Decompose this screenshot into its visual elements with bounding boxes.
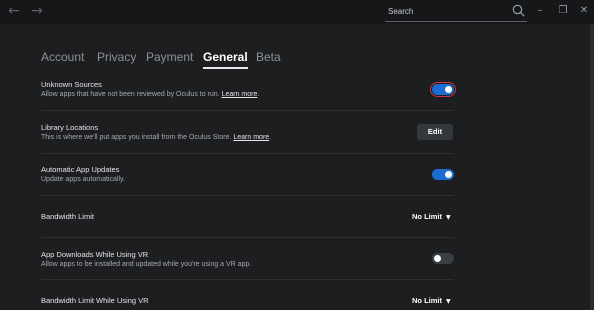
search-box (385, 2, 527, 22)
divider (41, 110, 454, 111)
scrollbar[interactable] (590, 24, 594, 310)
bandwidth-limit-dropdown[interactable]: No Limit ▼ (412, 212, 451, 221)
learn-more-link[interactable]: Learn more (233, 134, 269, 141)
setting-downloads-while-vr: App Downloads While Using VR Allow apps … (41, 250, 454, 274)
edit-library-button[interactable]: Edit (417, 124, 453, 140)
tab-payment[interactable]: Payment (146, 50, 193, 64)
setting-automatic-updates: Automatic App Updates Update apps automa… (41, 165, 454, 189)
tab-beta[interactable]: Beta (256, 50, 281, 64)
minimize-icon[interactable]: – (533, 4, 547, 18)
setting-title: App Downloads While Using VR (41, 250, 149, 259)
search-icon[interactable] (512, 4, 525, 17)
tab-privacy[interactable]: Privacy (97, 50, 136, 64)
divider (41, 237, 454, 238)
dropdown-value: No Limit (412, 296, 442, 305)
setting-description: Allow apps that have not been reviewed b… (41, 91, 260, 98)
setting-unknown-sources: Unknown Sources Allow apps that have not… (41, 80, 454, 104)
caret-down-icon: ▼ (446, 298, 451, 305)
setting-title: Automatic App Updates (41, 165, 120, 174)
learn-more-link[interactable]: Learn more (222, 91, 258, 98)
toggle-knob (434, 255, 441, 262)
setting-title: Bandwidth Limit (41, 212, 94, 221)
toggle-knob (445, 171, 452, 178)
setting-description: Allow apps to be installed and updated w… (41, 261, 252, 268)
arrow-right-icon[interactable]: → (30, 3, 44, 19)
search-input[interactable] (385, 2, 508, 20)
setting-description: Update apps automatically. (41, 176, 125, 183)
caret-down-icon: ▼ (446, 214, 451, 221)
divider (41, 279, 454, 280)
setting-description: This is where we'll put apps you install… (41, 134, 272, 141)
close-icon[interactable]: ✕ (577, 4, 591, 18)
setting-bandwidth-limit-vr: Bandwidth Limit While Using VR (41, 296, 454, 308)
tab-general[interactable]: General (203, 50, 248, 69)
setting-title: Bandwidth Limit While Using VR (41, 296, 149, 305)
setting-bandwidth-limit: Bandwidth Limit (41, 212, 454, 224)
tab-general-label: General (203, 50, 248, 64)
downloads-while-vr-toggle[interactable] (432, 253, 454, 264)
active-tab-indicator (203, 67, 248, 69)
divider (41, 195, 454, 196)
tab-account[interactable]: Account (41, 50, 84, 64)
automatic-updates-toggle[interactable] (432, 169, 454, 180)
divider (41, 153, 454, 154)
setting-library-locations: Library Locations This is where we'll pu… (41, 123, 454, 147)
setting-title: Unknown Sources (41, 80, 102, 89)
toggle-knob (445, 86, 452, 93)
arrow-left-icon[interactable]: ← (7, 3, 21, 19)
setting-title: Library Locations (41, 123, 99, 132)
dropdown-value: No Limit (412, 212, 442, 221)
bandwidth-limit-vr-dropdown[interactable]: No Limit ▼ (412, 296, 451, 305)
title-bar: ← → – ❐ ✕ (0, 0, 594, 24)
unknown-sources-toggle[interactable] (430, 82, 456, 97)
restore-icon[interactable]: ❐ (556, 4, 570, 18)
